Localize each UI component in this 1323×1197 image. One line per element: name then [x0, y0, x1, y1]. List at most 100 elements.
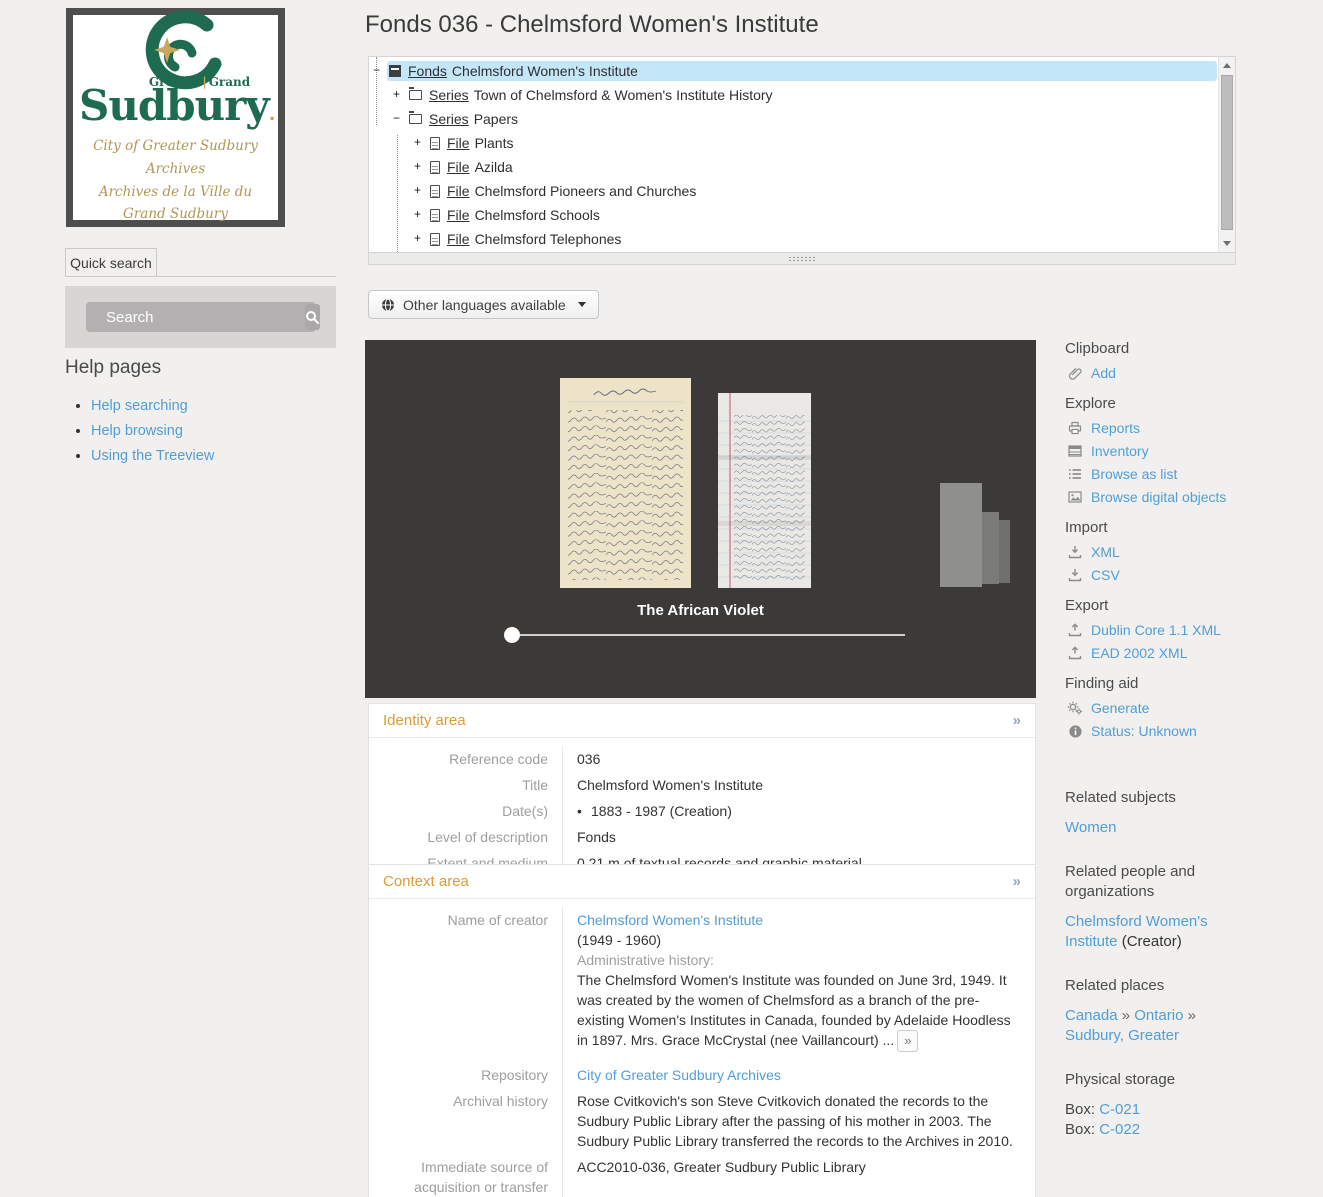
finding-aid-heading: Finding aid — [1065, 675, 1300, 692]
gears-icon — [1067, 700, 1083, 716]
search-button[interactable] — [305, 304, 320, 330]
repository-link[interactable]: City of Greater Sudbury Archives — [577, 1067, 781, 1083]
carousel-stack-page[interactable] — [940, 483, 982, 587]
browse-digital-objects-link[interactable]: Browse digital objects — [1091, 489, 1226, 505]
tree-row-label: Chelmsford Women's Institute — [452, 63, 638, 79]
tree-row-series[interactable]: + Series Town of Chelmsford & Women's In… — [369, 83, 1217, 107]
tree-row-fonds[interactable]: − Fonds Chelmsford Women's Institute — [369, 59, 1217, 83]
place-link-canada[interactable]: Canada — [1065, 1007, 1118, 1024]
tree-scrollbar[interactable] — [1218, 57, 1235, 252]
tree-row-series[interactable]: − Series Papers — [369, 107, 1217, 131]
expand-icon[interactable]: + — [412, 138, 423, 149]
logo-greater-grand: Greater|Grand — [103, 75, 296, 89]
upload-icon — [1067, 622, 1083, 638]
carousel-stack-page — [982, 512, 999, 584]
file-icon — [430, 209, 440, 222]
inventory-link[interactable]: Inventory — [1091, 443, 1149, 459]
breadcrumb-separator: » — [1122, 1007, 1130, 1024]
tree-level-link[interactable]: File — [447, 135, 470, 151]
tree-row-file[interactable]: + File Chelmsford Schools — [369, 203, 1217, 227]
tree-row-file[interactable]: + File Plants — [369, 131, 1217, 155]
help-searching-link[interactable]: Help searching — [91, 398, 188, 414]
tree-level-link[interactable]: Series — [429, 87, 469, 103]
scrollbar-thumb[interactable] — [1221, 75, 1233, 230]
expand-icon[interactable]: + — [412, 186, 423, 197]
carousel-slider-track[interactable] — [512, 634, 905, 636]
folder-icon — [409, 114, 422, 124]
carousel-image-african-violet[interactable] — [560, 378, 691, 593]
field-row-dates: Date(s) •1883 - 1987 (Creation) — [369, 798, 1035, 824]
storage-box-link[interactable]: C-022 — [1099, 1121, 1140, 1138]
tree-level-link[interactable]: File — [447, 207, 470, 223]
tree-level-link[interactable]: File — [447, 183, 470, 199]
explore-heading: Explore — [1065, 395, 1300, 412]
expand-icon[interactable]: + — [412, 210, 423, 221]
identity-area-jump-link[interactable]: » — [1013, 712, 1021, 729]
browse-as-list-link[interactable]: Browse as list — [1091, 466, 1177, 482]
related-places-list: Canada » Ontario » Sudbury, Greater — [1065, 1006, 1240, 1046]
tree-row-label: Town of Chelmsford & Women's Institute H… — [474, 87, 773, 103]
logo-archives-line-en: City of Greater Sudbury Archives — [79, 135, 272, 181]
finding-aid-status: Status: Unknown — [1067, 723, 1300, 739]
download-icon — [1067, 567, 1083, 583]
tree-level-link[interactable]: File — [447, 231, 470, 247]
clipboard-add-link[interactable]: Add — [1091, 365, 1116, 381]
bullet-icon: • — [577, 801, 591, 821]
read-more-button[interactable]: » — [897, 1030, 918, 1052]
related-people-heading: Related people and organizations — [1065, 862, 1240, 902]
tree-row-label: Chelmsford Schools — [475, 207, 600, 223]
place-link-ontario[interactable]: Ontario — [1134, 1007, 1183, 1024]
file-icon — [430, 137, 440, 150]
subject-link-women[interactable]: Women — [1065, 819, 1116, 836]
tree-level-link[interactable]: File — [447, 159, 470, 175]
list-icon — [1067, 466, 1083, 482]
tree-resize-bar[interactable] — [368, 253, 1236, 265]
collapse-icon[interactable]: − — [371, 66, 382, 77]
import-xml: XML — [1067, 544, 1300, 560]
field-row-level-of-description: Level of description Fonds — [369, 824, 1035, 850]
context-area-title: Context area — [383, 873, 469, 890]
search-input[interactable] — [86, 309, 305, 326]
export-ead-link[interactable]: EAD 2002 XML — [1091, 645, 1188, 661]
scroll-down-icon[interactable] — [1223, 241, 1231, 246]
scroll-up-icon[interactable] — [1223, 63, 1231, 68]
clipboard-heading: Clipboard — [1065, 340, 1300, 357]
logo-inner: Greater|Grand Sudbury. City of Greater S… — [73, 9, 278, 227]
carousel-image-next[interactable] — [718, 393, 811, 593]
carousel-slider-handle[interactable] — [504, 627, 520, 643]
other-languages-button[interactable]: Other languages available — [368, 290, 599, 319]
import-csv: CSV — [1067, 567, 1300, 583]
finding-aid-status-link[interactable]: Status: Unknown — [1091, 723, 1197, 739]
creator-dates: (1949 - 1960) — [577, 930, 1021, 950]
help-browsing-link[interactable]: Help browsing — [91, 423, 183, 439]
context-area-jump-link[interactable]: » — [1013, 873, 1021, 890]
import-csv-link[interactable]: CSV — [1091, 567, 1120, 583]
tree-row-file[interactable]: + File Azilda — [369, 155, 1217, 179]
generate-finding-aid-link[interactable]: Generate — [1091, 700, 1149, 716]
expand-icon[interactable]: + — [412, 234, 423, 245]
import-xml-link[interactable]: XML — [1091, 544, 1120, 560]
field-row-archival-history: Archival history Rose Cvitkovich's son S… — [369, 1088, 1035, 1154]
tree-level-link[interactable]: Fonds — [408, 63, 447, 79]
collapse-icon[interactable]: − — [391, 114, 402, 125]
related-places-heading: Related places — [1065, 976, 1240, 996]
creator-link[interactable]: Chelmsford Women's Institute — [577, 912, 763, 928]
tree-level-link[interactable]: Series — [429, 111, 469, 127]
storage-box-row: Box: C-022 — [1065, 1120, 1300, 1140]
place-link-sudbury[interactable]: Sudbury, Greater — [1065, 1027, 1179, 1044]
tree-row-file[interactable]: + File Chelmsford Pioneers and Churches — [369, 179, 1217, 203]
quick-search-tab[interactable]: Quick search — [65, 248, 157, 277]
archives-logo[interactable]: Greater|Grand Sudbury. City of Greater S… — [66, 8, 285, 227]
printer-icon — [1067, 420, 1083, 436]
reports-link[interactable]: Reports — [1091, 420, 1140, 436]
search-box — [86, 302, 316, 332]
export-dublin-core: Dublin Core 1.1 XML — [1067, 622, 1300, 638]
expand-icon[interactable]: + — [412, 162, 423, 173]
fonds-icon — [389, 65, 401, 77]
tree-row-file[interactable]: + File Chelmsford Telephones — [369, 227, 1217, 251]
storage-box-link[interactable]: C-021 — [1099, 1101, 1140, 1118]
expand-icon[interactable]: + — [391, 90, 402, 101]
using-treeview-link[interactable]: Using the Treeview — [91, 448, 214, 464]
resize-grip-icon[interactable] — [788, 256, 816, 262]
export-dublin-core-link[interactable]: Dublin Core 1.1 XML — [1091, 622, 1221, 638]
